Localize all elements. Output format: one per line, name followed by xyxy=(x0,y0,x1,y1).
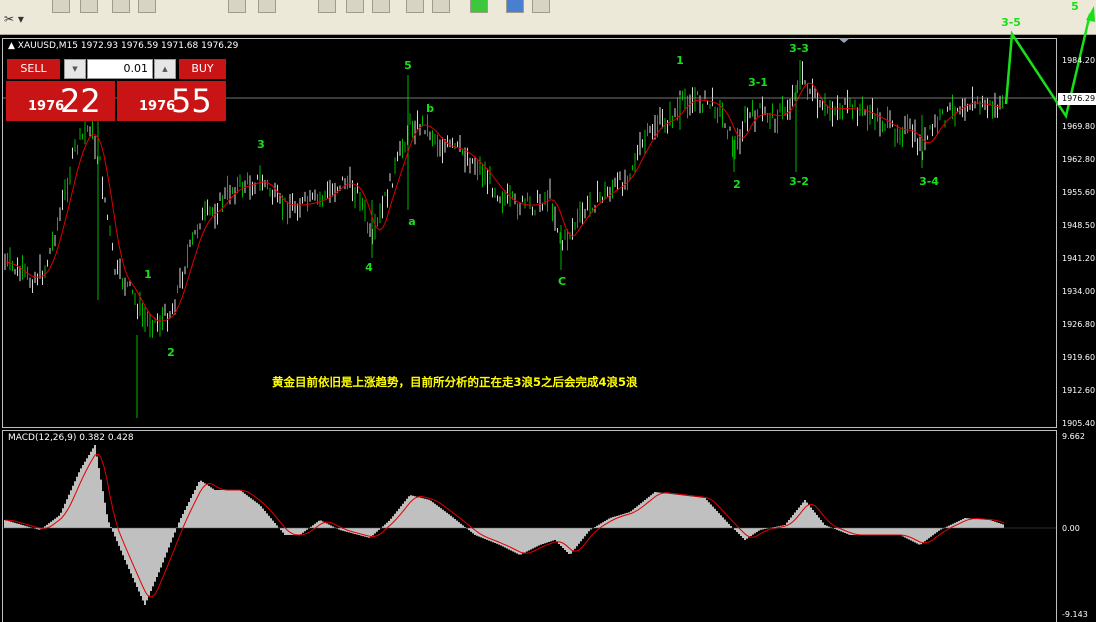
current-price-tag: 1976.29 xyxy=(1058,93,1096,105)
lot-decrease-icon[interactable]: ▼ xyxy=(64,59,86,79)
price-axis-label: 1919.60 xyxy=(1062,353,1096,362)
sell-button[interactable]: SELL xyxy=(7,59,60,79)
chart-ohlc: 1972.93 1976.59 1971.68 1976.29 xyxy=(80,41,239,51)
wave-label: 1 xyxy=(144,268,152,281)
wave-label: 3-4 xyxy=(919,175,939,188)
price-axis-label: 1984.20 xyxy=(1062,56,1096,65)
macd-title: MACD(12,26,9) 0.382 0.428 xyxy=(8,433,134,443)
buy-price-pips: 55 xyxy=(171,82,212,120)
buy-button[interactable]: BUY xyxy=(179,59,226,79)
macd-axis-label: -9.143 xyxy=(1062,610,1088,619)
collapse-arrow-icon[interactable]: ▲ xyxy=(8,41,15,51)
chart-symbol: XAUUSD,M15 xyxy=(17,41,79,51)
macd-axis-label: 9.662 xyxy=(1062,432,1085,441)
macd-axis-label: 0.00 xyxy=(1062,524,1080,533)
buy-price-prefix: 1976 xyxy=(139,99,176,114)
wave-label: 3-3 xyxy=(789,42,809,55)
wave-label: 3 xyxy=(257,138,265,151)
wave-label: 3-1 xyxy=(748,76,768,89)
lot-increase-icon[interactable]: ▲ xyxy=(154,59,176,79)
wave-label: 5 xyxy=(1071,0,1079,13)
analysis-annotation: 黄金目前依旧是上涨趋势，目前所分析的正在走3浪5之后会完成4浪5浪 xyxy=(272,375,638,389)
sell-price-prefix: 1976 xyxy=(28,99,65,114)
wave-label: a xyxy=(408,215,416,228)
wave-label: C xyxy=(557,275,567,288)
one-click-trade-panel: SELL ▼ 0.01 ▲ BUY 1976 22 1976 55 xyxy=(6,58,226,122)
price-axis-label: 1905.40 xyxy=(1062,419,1096,428)
price-axis-label: 1912.60 xyxy=(1062,386,1096,395)
wave-label: b xyxy=(426,102,434,115)
price-axis-label: 1948.50 xyxy=(1062,221,1096,230)
sell-price-pips: 22 xyxy=(60,82,101,120)
price-axis-label: 1955.60 xyxy=(1062,188,1096,197)
price-axis-label: 1962.80 xyxy=(1062,155,1096,164)
chart-shift-marker-icon xyxy=(838,38,850,43)
price-axis-label: 1926.80 xyxy=(1062,320,1096,329)
wave-label: 4 xyxy=(365,261,373,274)
wave-label: 1 xyxy=(676,54,684,67)
wave-label: 3-2 xyxy=(789,175,809,188)
wave-label: 2 xyxy=(167,346,175,359)
price-axis-label: 1934.00 xyxy=(1062,287,1096,296)
price-axis-label: 1941.20 xyxy=(1062,254,1096,263)
lot-size-input[interactable]: 0.01 xyxy=(87,59,153,79)
sell-price-button[interactable]: 1976 22 xyxy=(6,81,115,121)
wave-label: 5 xyxy=(404,59,412,72)
macd-histogram xyxy=(4,445,1004,605)
buy-price-button[interactable]: 1976 55 xyxy=(117,81,226,121)
wave-label: 3-5 xyxy=(1001,16,1021,29)
chart-symbol-title: ▲ XAUUSD,M15 1972.93 1976.59 1971.68 197… xyxy=(8,41,238,51)
wave-projection-arrowhead xyxy=(1086,6,1095,22)
price-axis-label: 1969.80 xyxy=(1062,122,1096,131)
wave-label: 2 xyxy=(733,178,741,191)
